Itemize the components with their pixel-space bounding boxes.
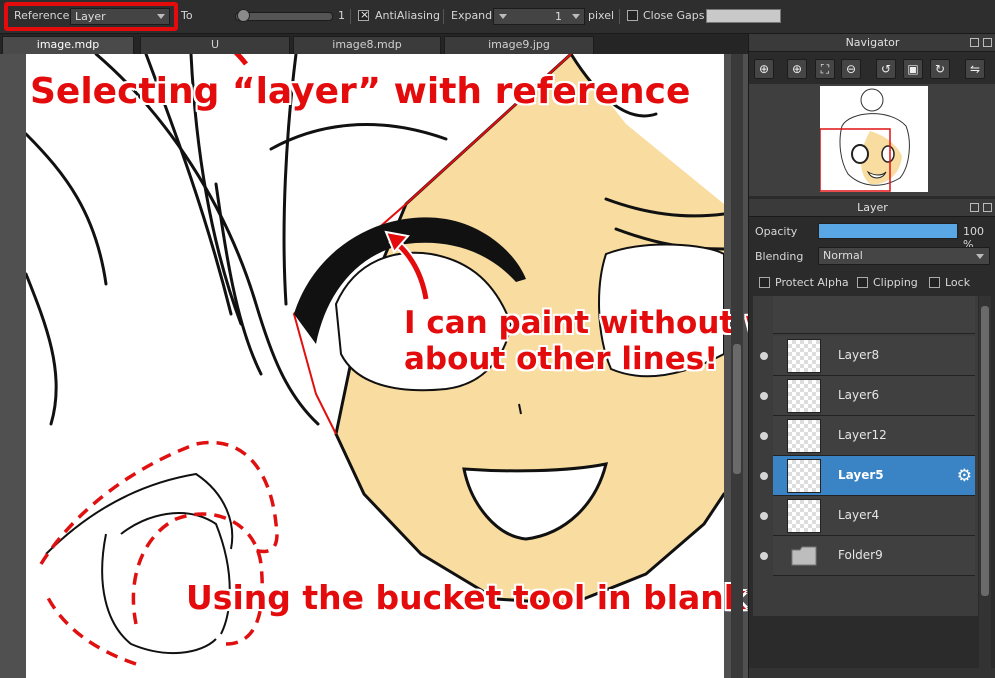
undock-icon[interactable] [970, 203, 979, 212]
tolerance-label: To [181, 9, 193, 22]
layer-row-layer8[interactable]: Layer8 [760, 336, 975, 376]
layer-row-layer12[interactable]: Layer12 [760, 416, 975, 456]
expand-label: Expand [451, 9, 493, 22]
expand-value: 1 [555, 10, 562, 23]
layer-thumbnail [787, 339, 821, 373]
separator [350, 9, 351, 24]
zoom-in-icon[interactable]: ⊕ [787, 59, 807, 79]
protect-alpha-label: Protect Alpha [775, 276, 849, 289]
layer-name: Layer12 [838, 428, 887, 442]
lock-label: Lock [945, 276, 971, 289]
close-gaps-level-bar[interactable] [706, 9, 781, 23]
folder-icon [791, 546, 817, 566]
protect-alpha-checkbox[interactable] [759, 277, 770, 288]
layer-panel-footer [749, 668, 995, 678]
layer-thumbnail [787, 459, 821, 493]
clipping-label: Clipping [873, 276, 918, 289]
tab-image-mdp[interactable]: image.mdp [2, 36, 134, 54]
antialiasing-label: AntiAliasing [375, 9, 440, 22]
layer-thumbnail [787, 499, 821, 533]
annotation-paint-line2: about other lines! [404, 341, 719, 377]
layer-row-layer4[interactable]: Layer4 [760, 496, 975, 536]
opacity-slider[interactable] [818, 223, 958, 239]
blending-select[interactable]: Normal [818, 247, 990, 265]
layer-row-partial[interactable] [773, 296, 975, 334]
navigator-thumbnail [820, 86, 928, 192]
expand-unit: pixel [588, 9, 615, 22]
visibility-eye-icon[interactable] [760, 552, 768, 560]
layer-row-layer6[interactable]: Layer6 [760, 376, 975, 416]
layer-name: Layer5 [838, 468, 884, 482]
layer-panel-title: Layer [857, 201, 888, 214]
close-gaps-checkbox[interactable] [627, 10, 638, 21]
layer-row-layer5[interactable]: Layer5 ⚙ [760, 456, 975, 496]
layer-row-folder9[interactable]: Folder9 [760, 536, 975, 576]
layer-name: Layer8 [838, 348, 880, 362]
layer-list-scrollbar[interactable] [979, 296, 991, 676]
blending-select-value: Normal [823, 249, 863, 262]
close-icon[interactable] [983, 38, 992, 47]
stepper-icon[interactable] [572, 14, 580, 19]
visibility-eye-icon[interactable] [760, 472, 768, 480]
layer-name: Layer4 [838, 508, 880, 522]
zoom-out-icon[interactable]: ⊖ [841, 59, 861, 79]
right-panel: Navigator ⊕ ⊕ ⛶ ⊖ ↺ ▣ ↻ ⇋ Layer Opacity … [748, 34, 995, 678]
tool-options-bar: Reference Layer To 1 AntiAliasing Expand… [0, 0, 995, 34]
canvas-area: Selecting “layer” with reference I can p… [0, 54, 901, 678]
gear-icon[interactable]: ⚙ [957, 466, 972, 486]
zoom-fit-icon[interactable]: ⊕ [754, 59, 774, 79]
tolerance-value: 1 [338, 9, 345, 22]
actual-size-icon[interactable]: ▣ [903, 59, 923, 79]
rotate-right-icon[interactable]: ↻ [930, 59, 950, 79]
tab-image8-mdp[interactable]: image8.mdp [293, 36, 441, 54]
expand-input[interactable]: 1 [493, 8, 585, 25]
tolerance-slider-handle[interactable] [237, 9, 250, 22]
clipping-checkbox[interactable] [857, 277, 868, 288]
visibility-eye-icon[interactable] [760, 392, 768, 400]
layer-thumbnail [787, 419, 821, 453]
scrollbar-thumb[interactable] [981, 306, 989, 596]
visibility-eye-icon[interactable] [760, 512, 768, 520]
chevron-down-icon [499, 14, 507, 19]
navigator-artwork [820, 88, 910, 192]
layer-name: Folder9 [838, 548, 883, 562]
undock-icon[interactable] [970, 38, 979, 47]
annotation-reference: Selecting “layer” with reference [30, 71, 691, 112]
reference-highlight-box [4, 2, 178, 31]
navigator-preview-area[interactable] [749, 84, 995, 196]
layer-list: Layer8 Layer6 Layer12 Layer5 ⚙ Layer4 Fo… [753, 296, 978, 616]
rotate-left-icon[interactable]: ↺ [876, 59, 896, 79]
blending-label: Blending [755, 250, 804, 263]
scrollbar-thumb[interactable] [733, 344, 741, 474]
layer-name: Layer6 [838, 388, 880, 402]
canvas-scrollbar[interactable] [731, 54, 743, 678]
navigator-title: Navigator [845, 36, 900, 49]
antialiasing-checkbox[interactable] [358, 8, 369, 21]
lock-checkbox[interactable] [929, 277, 940, 288]
tab-u[interactable]: U [140, 36, 290, 54]
flip-horizontal-icon[interactable]: ⇋ [965, 59, 985, 79]
visibility-eye-icon[interactable] [760, 352, 768, 360]
layer-panel-header: Layer [749, 199, 995, 217]
document-tabs: image.mdp U image8.mdp image9.jpg [0, 34, 748, 54]
visibility-eye-icon[interactable] [760, 432, 768, 440]
close-icon[interactable] [983, 203, 992, 212]
opacity-label: Opacity [755, 225, 798, 238]
separator [443, 9, 444, 24]
close-gaps-label: Close Gaps [643, 9, 705, 22]
fit-window-icon[interactable]: ⛶ [815, 59, 835, 79]
navigator-header: Navigator [749, 34, 995, 52]
tab-image9-jpg[interactable]: image9.jpg [444, 36, 594, 54]
layer-thumbnail [787, 379, 821, 413]
chevron-down-icon [976, 254, 984, 259]
separator [619, 9, 620, 24]
